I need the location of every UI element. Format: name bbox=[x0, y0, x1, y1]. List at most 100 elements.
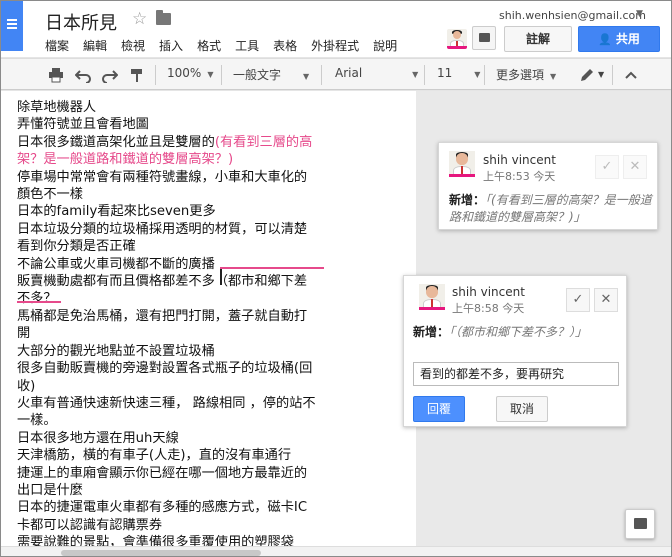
comment-anchor-line bbox=[220, 267, 324, 269]
comment-bubble-icon[interactable] bbox=[625, 509, 655, 539]
close-icon[interactable]: ✕ bbox=[623, 155, 647, 179]
chevron-down-icon: ▼ bbox=[207, 70, 214, 79]
menu-help[interactable]: 說明 bbox=[373, 37, 397, 54]
divider bbox=[321, 65, 322, 85]
menu-edit[interactable]: 編輯 bbox=[83, 37, 107, 54]
doc-line: 馬桶都是免治馬桶，還有把門打開，蓋子就自動打 bbox=[17, 308, 308, 324]
comment-time: 上午8:53 今天 bbox=[483, 170, 556, 183]
zoom-value: 100% bbox=[167, 66, 202, 80]
comment-author: shih vincent bbox=[452, 285, 525, 299]
divider bbox=[221, 65, 222, 85]
comment-quote: 「（都市和鄉下差不多？）」 bbox=[449, 325, 588, 339]
share-label: 共用 bbox=[615, 32, 640, 46]
divider bbox=[424, 65, 425, 85]
more-options-label: 更多選項 bbox=[496, 68, 545, 82]
toolbar: 100% ▼ 一般文字 ▼ Arial ▼ 11 ▼ 更多選項 ▼ ▼ bbox=[1, 58, 671, 90]
divider bbox=[612, 65, 613, 85]
doc-line-text: 日本很多鐵道高架化並且是雙層的 bbox=[17, 134, 215, 150]
check-icon[interactable]: ✓ bbox=[595, 155, 619, 179]
comments-button[interactable]: 註解 bbox=[504, 26, 572, 52]
chat-icon[interactable] bbox=[472, 26, 496, 50]
doc-line: 一樣。 bbox=[17, 413, 57, 429]
doc-line: 大部分的觀光地點並不設置垃圾桶 bbox=[17, 343, 215, 359]
comment-body: 新增：「(有看到三層的高架？是一般道路和鐵道的雙層高架？)」 bbox=[449, 192, 653, 226]
comment-label: 新增： bbox=[449, 193, 486, 207]
font-size-value: 11 bbox=[437, 66, 453, 80]
document-page[interactable]: 除草地機器人 弄懂符號並且會看地圖 日本很多鐵道高架化並且是雙層的(有看到三層的… bbox=[1, 91, 416, 546]
share-button[interactable]: 👤 共用 bbox=[578, 26, 660, 52]
undo-icon[interactable] bbox=[75, 67, 91, 83]
header: 日本所見 ☆ 檔案 編輯 檢視 插入 格式 工具 表格 外掛程式 說明 shih… bbox=[1, 1, 671, 57]
doc-line: 日本很多地方還在用uh天線 bbox=[17, 430, 179, 446]
comment-body: 新增：「（都市和鄉下差不多？）」 bbox=[413, 324, 619, 341]
more-options-menu[interactable]: 更多選項 ▼ bbox=[496, 66, 556, 83]
suggested-insertion[interactable]: （都市和鄉下差 bbox=[215, 274, 307, 289]
comment-card-active[interactable]: shih vincent 上午8:58 今天 ✓ ✕ 新增：「（都市和鄉下差不多… bbox=[403, 275, 627, 427]
font-select[interactable]: Arial ▼ bbox=[335, 66, 418, 80]
suggested-insertion[interactable]: (有看到三層的高 bbox=[215, 135, 312, 150]
person-icon: 👤 bbox=[598, 33, 612, 46]
comment-time: 上午8:58 今天 bbox=[452, 302, 525, 315]
chevron-down-icon: ▼ bbox=[303, 72, 310, 81]
doc-line: 卡都可以認識有認購票券 bbox=[17, 517, 163, 533]
doc-line: 顏色不一樣 bbox=[17, 187, 83, 203]
menu-table[interactable]: 表格 bbox=[273, 37, 297, 54]
doc-line: 很多自動販賣機的旁邊對設置各式瓶子的垃圾桶(回 bbox=[17, 361, 313, 377]
font-size-select[interactable]: 11 ▼ bbox=[437, 66, 480, 80]
chevron-down-icon[interactable]: ▼ bbox=[636, 9, 643, 19]
zoom-select[interactable]: 100% ▼ bbox=[167, 66, 213, 80]
chevron-down-icon: ▼ bbox=[412, 70, 419, 79]
chevron-down-icon[interactable]: ▼ bbox=[598, 70, 604, 79]
check-icon[interactable]: ✓ bbox=[566, 288, 590, 312]
doc-line: 日本很多鐵道高架化並且是雙層的(有看到三層的高 bbox=[17, 134, 411, 151]
avatar[interactable] bbox=[447, 29, 467, 49]
comment-card[interactable]: shih vincent 上午8:53 今天 ✓ ✕ 新增：「(有看到三層的高架… bbox=[438, 142, 658, 230]
doc-line: 不論公車或火車司機都不斷的廣播 bbox=[17, 256, 215, 272]
pen-icon[interactable] bbox=[579, 67, 595, 83]
comment-anchor-line bbox=[17, 301, 61, 303]
doc-line: 捷運上的車廂會顯示你已經在哪一個地方最靠近的 bbox=[17, 465, 308, 481]
menu-format[interactable]: 格式 bbox=[197, 37, 221, 54]
menu-view[interactable]: 檢視 bbox=[121, 37, 145, 54]
style-select[interactable]: 一般文字 ▼ bbox=[233, 66, 309, 83]
redo-icon[interactable] bbox=[102, 67, 118, 83]
divider bbox=[484, 65, 485, 85]
chevron-down-icon: ▼ bbox=[550, 72, 557, 81]
collapse-icon[interactable] bbox=[623, 67, 639, 83]
doc-line: 出口是什麼 bbox=[17, 482, 83, 498]
suggested-insertion[interactable]: 架？是一般道路和鐵道的雙層高架？) bbox=[17, 151, 411, 168]
doc-line: 除草地機器人 bbox=[17, 100, 97, 115]
comment-author: shih vincent bbox=[483, 153, 556, 167]
chevron-down-icon: ▼ bbox=[474, 70, 481, 79]
avatar bbox=[419, 284, 445, 310]
menu-file[interactable]: 檔案 bbox=[45, 37, 69, 54]
scrollbar-thumb[interactable] bbox=[61, 550, 261, 556]
doc-line: 看到你分類是否正確 bbox=[17, 239, 136, 255]
menu-tools[interactable]: 工具 bbox=[235, 37, 259, 54]
star-icon[interactable]: ☆ bbox=[132, 9, 147, 29]
doc-line: 收) bbox=[17, 378, 36, 394]
reply-button[interactable]: 回覆 bbox=[413, 396, 465, 422]
cancel-button[interactable]: 取消 bbox=[496, 396, 548, 422]
menu-addons[interactable]: 外掛程式 bbox=[311, 37, 359, 54]
horizontal-scrollbar[interactable] bbox=[1, 546, 671, 556]
doc-line: 開 bbox=[17, 326, 31, 342]
document-body[interactable]: 除草地機器人 弄懂符號並且會看地圖 日本很多鐵道高架化並且是雙層的(有看到三層的… bbox=[17, 99, 411, 546]
print-icon[interactable] bbox=[48, 67, 64, 83]
comment-label: 新增： bbox=[413, 325, 450, 339]
doc-line: 日本的捷運電車火車都有多種的感應方式，磁卡IC bbox=[17, 500, 308, 516]
account-email[interactable]: shih.wenhsien@gmail.com bbox=[499, 9, 646, 22]
text-cursor bbox=[220, 269, 222, 285]
close-icon[interactable]: ✕ bbox=[594, 288, 618, 312]
menu-insert[interactable]: 插入 bbox=[159, 37, 183, 54]
doc-line: 日本的family看起來比seven更多 bbox=[17, 204, 216, 220]
reply-input[interactable]: 看到的都差不多，要再研究 bbox=[413, 362, 619, 386]
app-window: 日本所見 ☆ 檔案 編輯 檢視 插入 格式 工具 表格 外掛程式 說明 shih… bbox=[0, 0, 672, 557]
docs-logo-icon[interactable] bbox=[1, 1, 23, 51]
doc-title[interactable]: 日本所見 bbox=[45, 9, 117, 35]
folder-icon[interactable] bbox=[156, 10, 171, 25]
avatar bbox=[449, 151, 475, 177]
style-value: 一般文字 bbox=[233, 68, 282, 82]
doc-line: 弄懂符號並且會看地圖 bbox=[17, 117, 149, 133]
paint-format-icon[interactable] bbox=[129, 67, 145, 83]
